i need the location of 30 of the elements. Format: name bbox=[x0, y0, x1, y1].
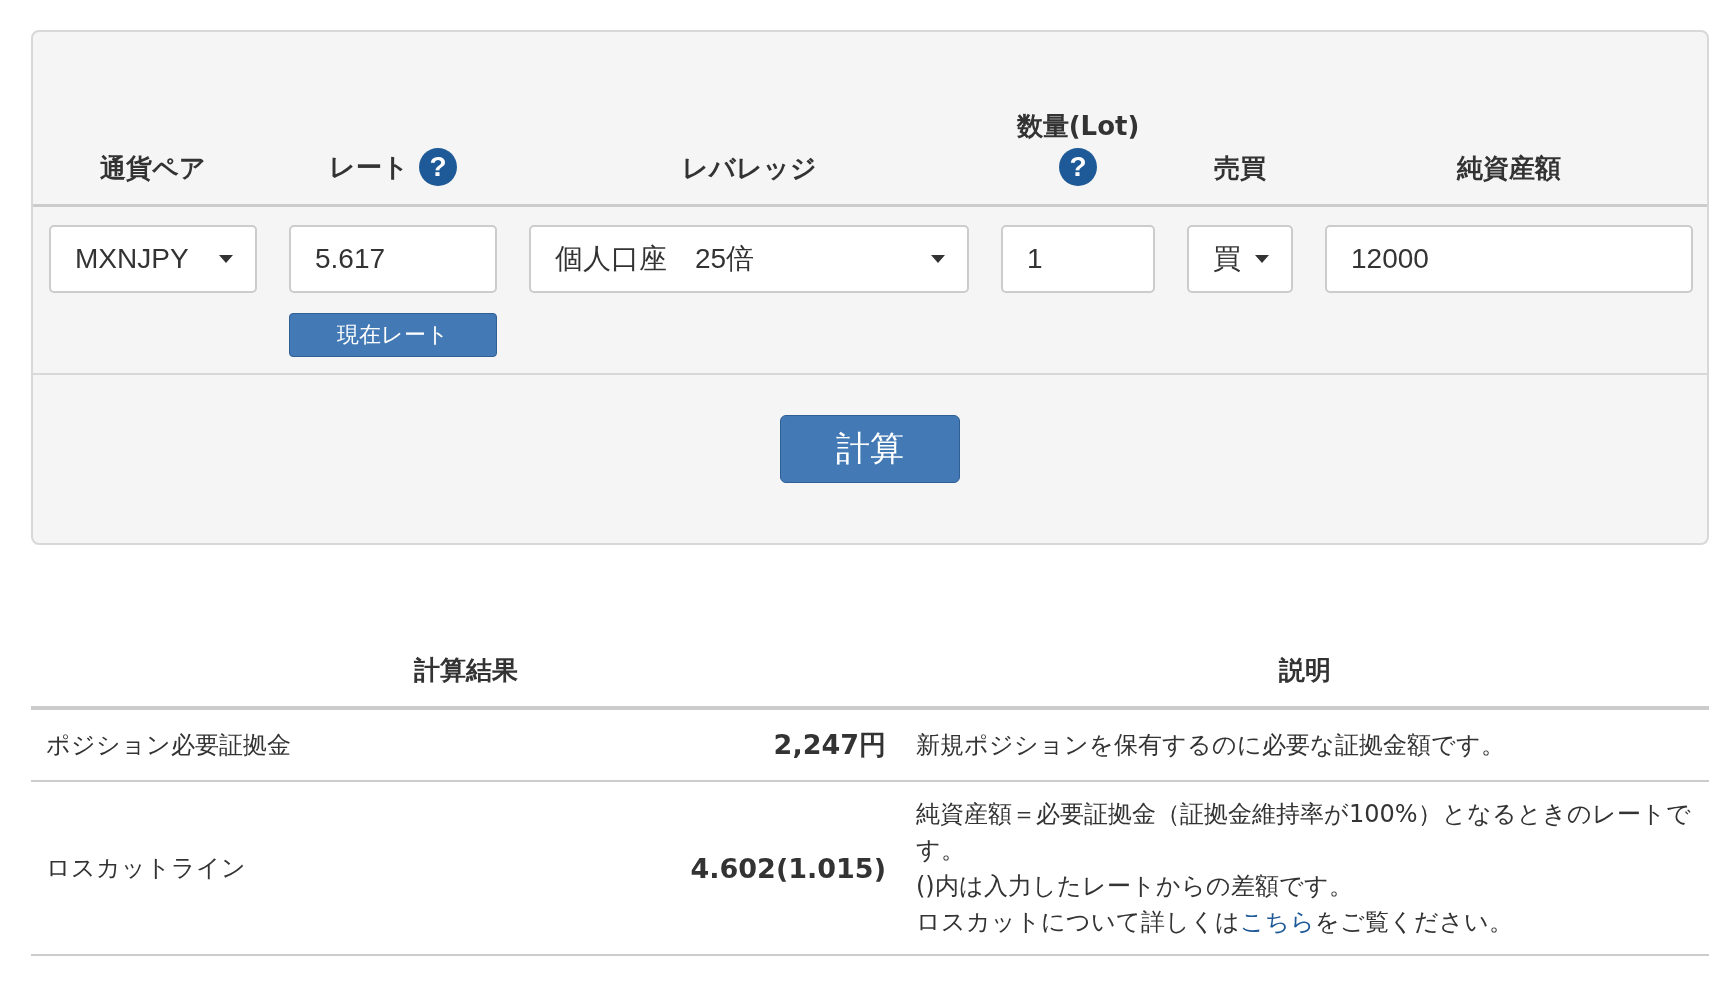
caret-icon bbox=[1255, 255, 1269, 263]
description-text: ロスカットについて詳しくは こちら をご覧ください。 bbox=[916, 907, 1514, 938]
column-label: 数量(Lot) bbox=[1016, 110, 1140, 143]
caret-icon bbox=[931, 255, 945, 263]
column-label: レバレッジ bbox=[681, 152, 817, 185]
column-label: 通貨ペア bbox=[100, 152, 206, 185]
result-value: 4.602(1.015) bbox=[690, 852, 886, 884]
dropdown[interactable]: MXNJPY bbox=[49, 225, 257, 293]
help-button[interactable]: ? bbox=[1059, 148, 1097, 186]
column-label: 純資産額 bbox=[1457, 152, 1561, 185]
dropdown[interactable]: 個人口座 25倍 bbox=[529, 225, 969, 293]
description-text: 純資産額＝必要証拠金（証拠金維持率が100%）となるときのレートです。 bbox=[916, 799, 1692, 866]
column-label: レート bbox=[329, 150, 409, 184]
description-text: ()内は入力したレートからの差額です。 bbox=[916, 871, 1354, 902]
input-field[interactable]: 5.617 bbox=[289, 225, 497, 293]
result-name: ロスカットライン bbox=[46, 854, 246, 882]
input-field[interactable]: 12000 bbox=[1325, 225, 1693, 293]
result-value: 2,247円 bbox=[773, 729, 886, 760]
current-rate-button[interactable]: 現在レート bbox=[289, 313, 497, 357]
result-name: ポジション必要証拠金 bbox=[46, 731, 291, 759]
caret-icon bbox=[219, 255, 233, 263]
description-text: 新規ポジションを保有するのに必要な証拠金額です。 bbox=[916, 730, 1506, 761]
column-header: 計算結果 bbox=[31, 653, 901, 708]
column-header: 説明 bbox=[901, 653, 1709, 708]
link[interactable]: こちら bbox=[1240, 908, 1315, 936]
input-field[interactable]: 1 bbox=[1001, 225, 1155, 293]
dropdown[interactable]: 買 bbox=[1187, 225, 1293, 293]
column-label: 売買 bbox=[1214, 152, 1266, 185]
help-button[interactable]: ? bbox=[419, 148, 457, 186]
calculate-button[interactable]: 計算 bbox=[780, 415, 960, 483]
